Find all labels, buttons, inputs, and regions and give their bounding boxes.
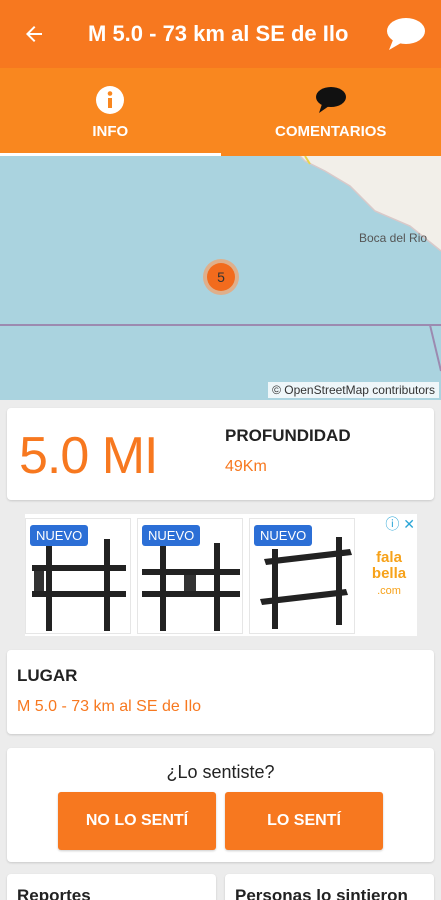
depth-value: 49Km xyxy=(225,458,267,475)
chat-bubble-icon xyxy=(387,18,425,50)
place-card: LUGAR M 5.0 - 73 km al SE de Ilo xyxy=(7,650,434,734)
ad-product-tile[interactable]: NUEVO xyxy=(25,518,131,634)
place-label: LUGAR xyxy=(17,666,78,685)
tab-comments[interactable]: COMENTARIOS xyxy=(221,68,441,156)
depth-label: PROFUNDIDAD xyxy=(225,426,351,445)
tab-info-label: INFO xyxy=(92,122,129,140)
new-badge: NUEVO xyxy=(30,525,89,546)
app-bar: M 5.0 - 73 km al SE de Ilo xyxy=(0,0,441,68)
speech-bubble-icon xyxy=(315,86,346,113)
place-value: M 5.0 - 73 km al SE de Ilo xyxy=(17,698,202,715)
ad-product-tile[interactable]: NUEVO xyxy=(249,518,355,634)
map-attribution[interactable]: © OpenStreetMap contributors xyxy=(268,382,439,398)
felt-card: ¿Lo sentiste? NO LO SENTÍ LO SENTÍ xyxy=(7,748,434,862)
cluster-count: 5 xyxy=(217,269,225,285)
new-badge: NUEVO xyxy=(142,525,201,546)
people-felt-card[interactable]: Personas lo sintieron xyxy=(225,874,434,900)
page-title: M 5.0 - 73 km al SE de Ilo xyxy=(88,21,349,46)
people-felt-label: Personas lo sintieron xyxy=(235,886,408,900)
info-icon xyxy=(96,85,125,114)
not-felt-button[interactable]: NO LO SENTÍ xyxy=(58,792,216,850)
ad-brand-logo: fala bella .com xyxy=(371,549,407,598)
reports-card[interactable]: Reportes xyxy=(7,874,216,900)
earthquake-cluster-marker[interactable]: 5 xyxy=(203,259,239,295)
felt-button[interactable]: LO SENTÍ xyxy=(225,792,383,850)
magnitude-card: 5.0 MI PROFUNDIDAD 49Km xyxy=(7,408,434,500)
new-badge: NUEVO xyxy=(254,525,313,546)
chat-button[interactable] xyxy=(371,0,441,68)
back-button[interactable] xyxy=(0,0,68,68)
magnitude-value: 5.0 MI xyxy=(19,427,158,485)
map-place-label: Boca del Rio xyxy=(359,231,428,245)
ad-banner[interactable]: NUEVO NUEVO NUEVO fala bella .com ⓘ ✕ xyxy=(25,514,417,636)
tab-comments-label: COMENTARIOS xyxy=(275,122,387,140)
ad-choices-icon[interactable]: ⓘ ✕ xyxy=(385,514,415,534)
tab-info[interactable]: INFO xyxy=(0,68,221,156)
arrow-left-icon xyxy=(26,26,42,42)
felt-question: ¿Lo sentiste? xyxy=(166,762,275,782)
reports-label: Reportes xyxy=(17,886,91,900)
tab-bar: INFO COMENTARIOS xyxy=(0,68,441,156)
ad-product-tile[interactable]: NUEVO xyxy=(137,518,243,634)
